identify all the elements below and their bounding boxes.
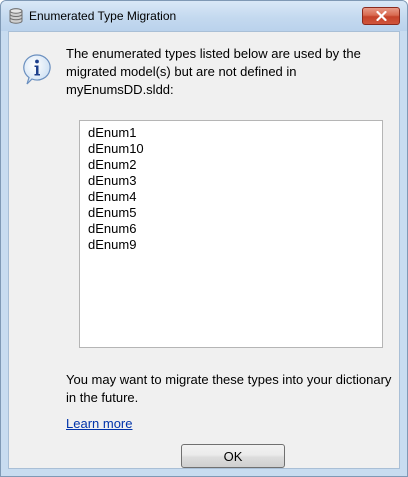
list-item[interactable]: dEnum6 — [88, 221, 382, 237]
list-item[interactable]: dEnum2 — [88, 157, 382, 173]
info-icon — [23, 54, 51, 86]
dialog-window: Enumerated Type Migration The enumerated… — [0, 0, 408, 477]
list-item[interactable]: dEnum3 — [88, 173, 382, 189]
close-button[interactable] — [362, 7, 400, 25]
window-title: Enumerated Type Migration — [29, 9, 177, 23]
enum-type-list[interactable]: dEnum1 dEnum10 dEnum2 dEnum3 dEnum4 dEnu… — [79, 120, 383, 348]
list-item[interactable]: dEnum10 — [88, 141, 382, 157]
dialog-body: The enumerated types listed below are us… — [8, 31, 400, 469]
learn-more-link[interactable]: Learn more — [66, 416, 132, 431]
list-item[interactable]: dEnum4 — [88, 189, 382, 205]
list-item[interactable]: dEnum5 — [88, 205, 382, 221]
list-item[interactable]: dEnum1 — [88, 125, 382, 141]
title-bar[interactable]: Enumerated Type Migration — [1, 1, 407, 31]
migration-note: You may want to migrate these types into… — [66, 372, 392, 405]
close-icon — [376, 11, 387, 21]
ok-button[interactable]: OK — [181, 444, 285, 468]
list-item[interactable]: dEnum9 — [88, 237, 382, 253]
dialog-message: The enumerated types listed below are us… — [66, 46, 361, 97]
database-icon — [9, 8, 23, 24]
